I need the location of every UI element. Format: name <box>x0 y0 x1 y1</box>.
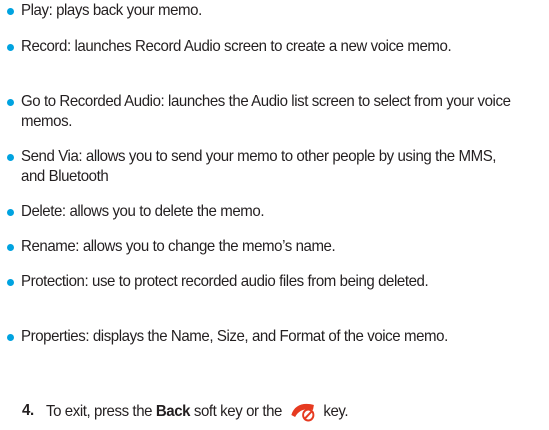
list-item-record: Record: launches Record Audio screen to … <box>7 37 543 57</box>
end-call-key-icon <box>288 400 317 422</box>
step-text-before: To exit, press the <box>46 403 153 420</box>
list-item-text: Protection: use to protect recorded audi… <box>21 273 429 290</box>
step-text-middle: soft key or the <box>193 403 283 420</box>
list-item-text: Record: launches Record Audio screen to … <box>21 38 452 55</box>
bullet-icon <box>7 334 14 341</box>
bullet-icon <box>7 209 14 216</box>
list-item-text: Play: plays back your memo. <box>21 2 202 19</box>
list-item-play: Play: plays back your memo. <box>7 1 543 21</box>
list-item-protection: Protection: use to protect recorded audi… <box>7 272 543 292</box>
list-item-text: Rename: allows you to change the memo’s … <box>21 238 336 255</box>
bullet-icon <box>7 99 14 106</box>
list-item-properties: Properties: displays the Name, Size, and… <box>7 327 543 347</box>
list-item-rename: Rename: allows you to change the memo’s … <box>7 237 543 257</box>
bullet-icon <box>7 8 14 15</box>
step-text-after: key. <box>323 403 349 420</box>
step-4: 4. To exit, press the Back soft key or t… <box>22 400 542 423</box>
step-text: To exit, press the Back soft key or the … <box>46 400 349 423</box>
list-item-go-to-recorded-audio: Go to Recorded Audio: launches the Audio… <box>7 92 543 132</box>
list-item-text: Properties: displays the Name, Size, and… <box>21 328 448 345</box>
list-item-delete: Delete: allows you to delete the memo. <box>7 202 543 222</box>
bullet-icon <box>7 244 14 251</box>
list-item-text: Send Via: allows you to send your memo t… <box>21 148 497 185</box>
step-number: 4. <box>22 402 34 419</box>
bullet-icon <box>7 44 14 51</box>
end-call-key-icon-svg <box>288 400 317 422</box>
list-item-text: Go to Recorded Audio: launches the Audio… <box>21 93 511 130</box>
bullet-icon <box>7 154 14 161</box>
manual-page: Play: plays back your memo. Record: laun… <box>0 0 549 430</box>
back-key-label: Back <box>155 403 191 420</box>
list-item-send-via: Send Via: allows you to send your memo t… <box>7 147 543 187</box>
bullet-icon <box>7 279 14 286</box>
list-item-text: Delete: allows you to delete the memo. <box>21 203 265 220</box>
